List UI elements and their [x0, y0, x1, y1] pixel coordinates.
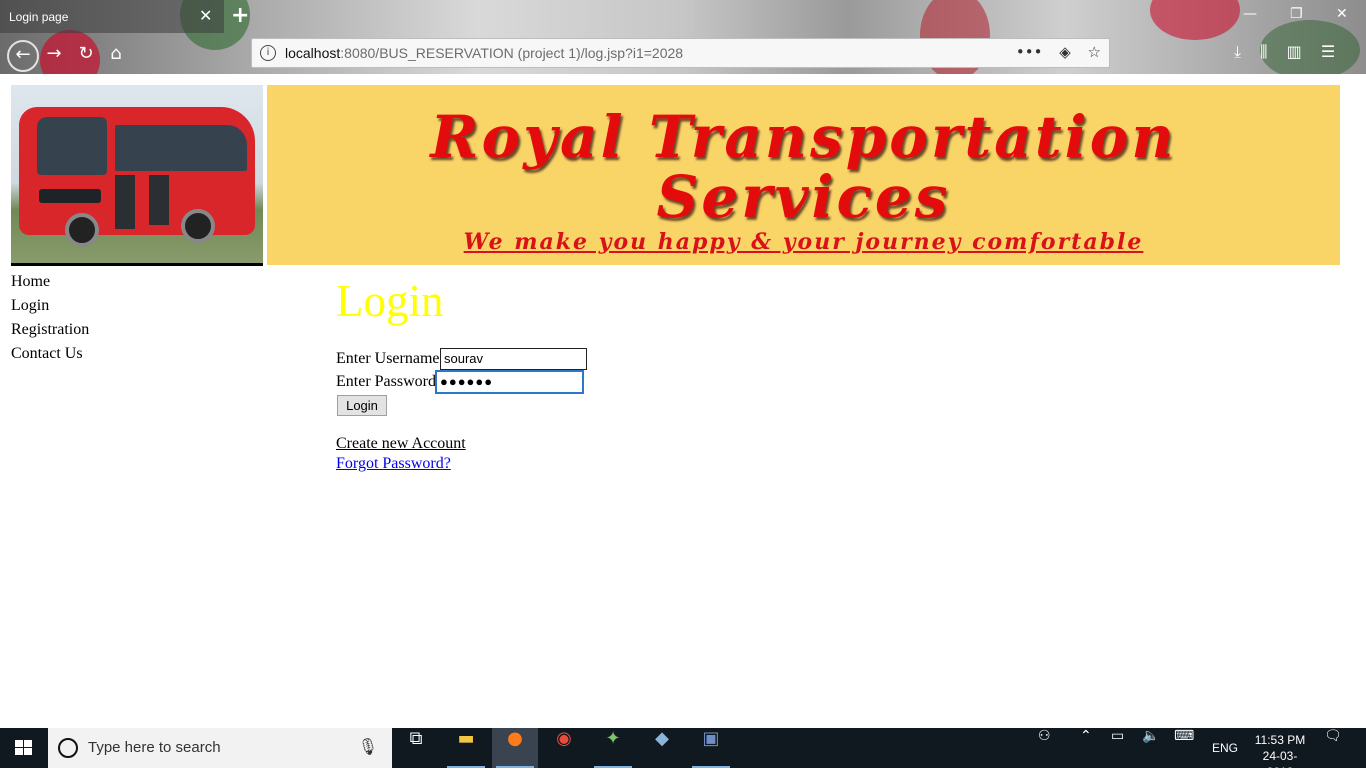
file-explorer-icon[interactable]: ▬: [443, 728, 489, 768]
home-icon[interactable]: ⌂: [104, 42, 128, 66]
keyboard-icon[interactable]: ⌨: [1174, 728, 1194, 768]
language-indicator[interactable]: ENG: [1212, 728, 1238, 768]
firefox-icon[interactable]: ●: [492, 728, 538, 768]
url-path: :8080/BUS_RESERVATION (project 1)/log.js…: [340, 45, 684, 61]
clock-time: 11:53 PM: [1254, 733, 1306, 747]
header-banner: Royal Transportation Services We make yo…: [267, 85, 1340, 265]
show-hidden-icons[interactable]: ⌃: [1080, 728, 1092, 768]
forgot-password-link[interactable]: Forgot Password?: [336, 455, 451, 473]
search-placeholder: Type here to search: [88, 739, 221, 756]
side-navigation: Home Login Registration Contact Us: [11, 272, 89, 368]
ornament-decoration: [1150, 0, 1240, 40]
url-host: localhost: [285, 45, 341, 61]
banner-title-line2: Services: [656, 163, 951, 231]
browser-tab[interactable]: Login page ✕: [0, 0, 224, 33]
pocket-icon[interactable]: ◈: [1059, 43, 1071, 61]
bus-image: [11, 85, 263, 266]
reload-icon[interactable]: ↻: [74, 42, 98, 66]
task-view-icon[interactable]: ⧉: [393, 728, 439, 768]
password-input[interactable]: ●●●●●●: [435, 370, 584, 394]
download-icon[interactable]: ⤓: [1234, 42, 1241, 61]
site-info-icon[interactable]: i: [260, 45, 276, 61]
microphone-icon[interactable]: 🎙: [358, 737, 378, 756]
new-tab-button[interactable]: +: [231, 3, 249, 28]
create-account-link[interactable]: Create new Account: [336, 435, 466, 453]
sql-app-icon[interactable]: ▣: [688, 728, 734, 768]
clock-date: 24-03-2018: [1262, 749, 1298, 779]
menu-icon[interactable]: ☰: [1321, 42, 1335, 61]
volume-icon[interactable]: 🔈: [1142, 728, 1159, 768]
banner-title-line1: Royal Transportation: [430, 103, 1177, 171]
browser-chrome: Login page ✕ + — ❐ ✕ ← → ↻ ⌂ i localhost…: [0, 0, 1366, 74]
forward-arrow-icon[interactable]: →: [42, 42, 66, 66]
windows-logo-icon: [15, 740, 32, 756]
system-clock[interactable]: 11:53 PM 24-03-2018: [1252, 732, 1308, 780]
close-tab-icon[interactable]: ✕: [199, 6, 212, 25]
bus-body: [19, 107, 255, 235]
username-input[interactable]: sourav: [440, 348, 587, 370]
bookmark-star-icon[interactable]: ☆: [1088, 43, 1101, 61]
battery-icon[interactable]: ▭: [1111, 728, 1124, 768]
banner-title: Royal Transportation Services: [267, 107, 1340, 227]
nav-link-contact-us[interactable]: Contact Us: [11, 344, 89, 368]
close-window-icon[interactable]: ✕: [1336, 6, 1348, 22]
banner-tagline: We make you happy & your journey comfort…: [463, 229, 1144, 255]
page-title: Login: [336, 276, 444, 326]
cortana-icon[interactable]: [58, 738, 78, 758]
address-bar[interactable]: i localhost:8080/BUS_RESERVATION (projec…: [251, 38, 1110, 68]
start-button[interactable]: [0, 728, 48, 768]
password-label: Enter Password: [336, 373, 436, 390]
minimize-icon[interactable]: —: [1243, 6, 1257, 22]
page-actions-icon[interactable]: •••: [1016, 43, 1043, 61]
login-button[interactable]: Login: [337, 395, 387, 416]
taskbar-search[interactable]: Type here to search 🎙: [48, 728, 392, 768]
taskbar: Type here to search 🎙 ⧉ ▬ ● ◉ ✦ ◆ ▣ ⚇ ⌃ …: [0, 728, 1366, 779]
virtualbox-icon[interactable]: ◆: [639, 728, 685, 768]
action-center-icon[interactable]: 🗨: [1324, 728, 1342, 768]
people-icon[interactable]: ⚇: [1038, 728, 1051, 768]
nav-link-home[interactable]: Home: [11, 272, 89, 296]
tab-title: Login page: [9, 10, 69, 24]
chrome-icon[interactable]: ◉: [541, 728, 587, 768]
library-icon[interactable]: ⫼: [1260, 42, 1267, 61]
nav-link-login[interactable]: Login: [11, 296, 89, 320]
url-text[interactable]: localhost:8080/BUS_RESERVATION (project …: [285, 45, 683, 61]
sidebar-toggle-icon[interactable]: ▥: [1287, 42, 1302, 61]
nav-link-registration[interactable]: Registration: [11, 320, 89, 344]
username-label: Enter Username: [336, 350, 440, 367]
restore-icon[interactable]: ❐: [1290, 6, 1303, 22]
android-studio-icon[interactable]: ✦: [590, 728, 636, 768]
back-arrow-icon[interactable]: ←: [7, 40, 39, 72]
